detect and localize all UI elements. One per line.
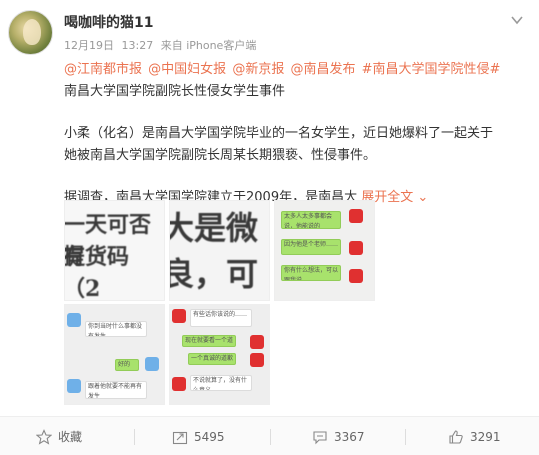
star-icon	[36, 428, 52, 445]
author-name[interactable]: 喝咖啡的猫11	[64, 12, 153, 32]
mention-tags: @江南都市报 @中国妇女报 @新京报 @南昌发布 #南昌大学国学院性侵#	[64, 59, 504, 81]
post-paragraph: 小柔（化名）是南昌大学国学院毕业的一名女学生，近日她爆料了一起关于她被南昌大学国…	[64, 126, 494, 163]
comment-icon	[313, 430, 327, 444]
post-date: 12月19日	[64, 39, 114, 52]
post-header: 喝咖啡的猫11 12月19日 13:27 来自 iPhone客户端	[0, 0, 539, 58]
avatar[interactable]	[8, 10, 53, 55]
divider	[270, 429, 271, 445]
chevron-down-icon: ⌄	[417, 190, 429, 205]
post-time: 13:27	[121, 39, 154, 52]
like-count: 3291	[470, 429, 501, 444]
favorite-button[interactable]: 收藏	[36, 417, 82, 455]
post-headline: 南昌大学国学院副院长性侵女学生事件	[64, 84, 286, 99]
mention-link[interactable]: @江南都市报	[64, 62, 142, 77]
post-body: @江南都市报 @中国妇女报 @新京报 @南昌发布 #南昌大学国学院性侵# 南昌大…	[64, 59, 504, 209]
forward-button[interactable]: 5495	[172, 417, 225, 455]
comment-count: 3367	[334, 429, 365, 444]
chevron-down-icon[interactable]	[509, 12, 525, 28]
image-thumbnail[interactable]: 大是微 良，可能	[169, 200, 270, 301]
share-icon	[172, 431, 188, 444]
mention-link[interactable]: @中国妇女报	[148, 62, 226, 77]
divider	[134, 429, 135, 445]
post-source[interactable]: 来自 iPhone客户端	[161, 39, 257, 52]
divider	[405, 429, 406, 445]
forward-count: 5495	[194, 429, 225, 444]
post-meta: 12月19日 13:27 来自 iPhone客户端	[64, 37, 260, 53]
image-thumbnail[interactable]: 你到当时什么事都没有发生 好的 跟着他就要不能再有发生	[64, 304, 165, 405]
mention-link[interactable]: @南昌发布	[290, 62, 355, 77]
action-bar: 收藏 5495 3367 3291	[0, 416, 539, 455]
like-button[interactable]: 3291	[448, 417, 501, 455]
image-thumbnail[interactable]: 有些话你该说的…… 现在就要看一个道歉 一个真诚的道歉 不说就算了，没有什么意义	[169, 304, 270, 405]
favorite-label: 收藏	[58, 430, 83, 444]
image-thumbnail[interactable]: 太多人太多事都会说，他能说的 因为他是个老师…… 你有什么想法，可以跟我说	[274, 200, 375, 301]
comment-button[interactable]: 3367	[312, 417, 365, 455]
hashtag-link[interactable]: #南昌大学国学院性侵#	[362, 62, 501, 77]
thumbs-up-icon	[449, 429, 463, 444]
image-thumbnail[interactable]: 一天可否有 提货码（2	[64, 200, 165, 301]
mention-link[interactable]: @新京报	[232, 62, 284, 77]
